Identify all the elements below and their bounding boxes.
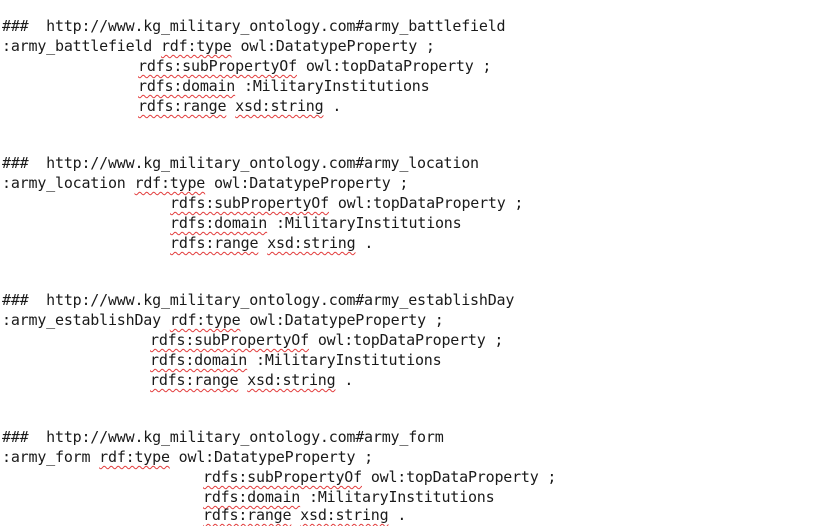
range-keyword: rdfs:range — [203, 506, 292, 524]
range-type: xsd:string — [300, 506, 389, 524]
subproperty-value: owl:topDataProperty ; — [317, 331, 504, 349]
subproperty-keyword: rdfs:subPropertyOf — [170, 194, 329, 212]
domain-line: rdfs:domain :MilitaryInstitutions — [138, 76, 430, 96]
range-keyword: rdfs:range — [170, 234, 259, 252]
subproperty-keyword: rdfs:subPropertyOf — [138, 57, 297, 75]
subproperty-line: rdfs:subPropertyOf owl:topDataProperty ; — [170, 193, 523, 213]
range-line: rdfs:range xsd:string . — [150, 370, 353, 390]
comment-line: ### http://www.kg_military_ontology.com#… — [2, 154, 479, 172]
type-value: owl:DatatypeProperty ; — [178, 448, 373, 466]
subject-line: :army_form rdf:type owl:DatatypeProperty… — [2, 447, 373, 467]
type-value: owl:DatatypeProperty ; — [240, 37, 435, 55]
type-keyword: rdf:type — [99, 448, 170, 466]
range-line: rdfs:range xsd:string . — [170, 233, 373, 253]
domain-value: :MilitaryInstitutions — [275, 214, 462, 232]
range-type: xsd:string — [267, 234, 356, 252]
domain-line: rdfs:domain :MilitaryInstitutions — [150, 350, 442, 370]
range-type: xsd:string — [247, 371, 336, 389]
subject-name: :army_form — [2, 448, 91, 466]
subproperty-line: rdfs:subPropertyOf owl:topDataProperty ; — [138, 56, 491, 76]
type-value: owl:DatatypeProperty ; — [249, 311, 444, 329]
subproperty-keyword: rdfs:subPropertyOf — [150, 331, 309, 349]
type-keyword: rdf:type — [169, 311, 241, 329]
range-keyword: rdfs:range — [150, 371, 239, 389]
domain-value: :MilitaryInstitutions — [243, 77, 430, 95]
subject-name: :army_battlefield — [2, 37, 153, 55]
type-value: owl:DatatypeProperty ; — [213, 174, 409, 192]
comment-line: ### http://www.kg_military_ontology.com#… — [2, 291, 515, 309]
domain-line: rdfs:domain :MilitaryInstitutions — [203, 487, 495, 507]
subject-line: :army_battlefield rdf:type owl:DatatypeP… — [2, 36, 435, 56]
range-line: rdfs:range xsd:string . — [203, 505, 406, 525]
text-editor-area[interactable]: ### http://www.kg_military_ontology.com#… — [0, 0, 832, 526]
range-terminator: . — [397, 506, 407, 524]
domain-value: :MilitaryInstitutions — [308, 488, 495, 506]
subproperty-keyword: rdfs:subPropertyOf — [203, 468, 362, 486]
domain-keyword: rdfs:domain — [138, 77, 236, 95]
type-keyword: rdf:type — [160, 37, 232, 55]
domain-value: :MilitaryInstitutions — [255, 351, 442, 369]
subproperty-value: owl:topDataProperty ; — [370, 468, 557, 486]
subproperty-value: owl:topDataProperty ; — [337, 194, 524, 212]
range-terminator: . — [364, 234, 374, 252]
domain-keyword: rdfs:domain — [203, 488, 301, 506]
range-terminator: . — [332, 97, 342, 115]
subject-line: :army_establishDay rdf:type owl:Datatype… — [2, 310, 444, 330]
domain-keyword: rdfs:domain — [170, 214, 268, 232]
subject-name: :army_establishDay — [2, 311, 161, 329]
comment-line: ### http://www.kg_military_ontology.com#… — [2, 428, 444, 446]
subject-name: :army_location — [2, 174, 126, 192]
subproperty-line: rdfs:subPropertyOf owl:topDataProperty ; — [150, 330, 503, 350]
comment-line: ### http://www.kg_military_ontology.com#… — [2, 17, 506, 35]
type-keyword: rdf:type — [134, 174, 206, 192]
domain-line: rdfs:domain :MilitaryInstitutions — [170, 213, 462, 233]
subproperty-line: rdfs:subPropertyOf owl:topDataProperty ; — [203, 467, 556, 487]
range-line: rdfs:range xsd:string . — [138, 96, 341, 116]
range-keyword: rdfs:range — [138, 97, 227, 115]
subproperty-value: owl:topDataProperty ; — [305, 57, 492, 75]
range-terminator: . — [344, 371, 354, 389]
subject-line: :army_location rdf:type owl:DatatypeProp… — [2, 173, 408, 193]
range-type: xsd:string — [235, 97, 324, 115]
domain-keyword: rdfs:domain — [150, 351, 248, 369]
